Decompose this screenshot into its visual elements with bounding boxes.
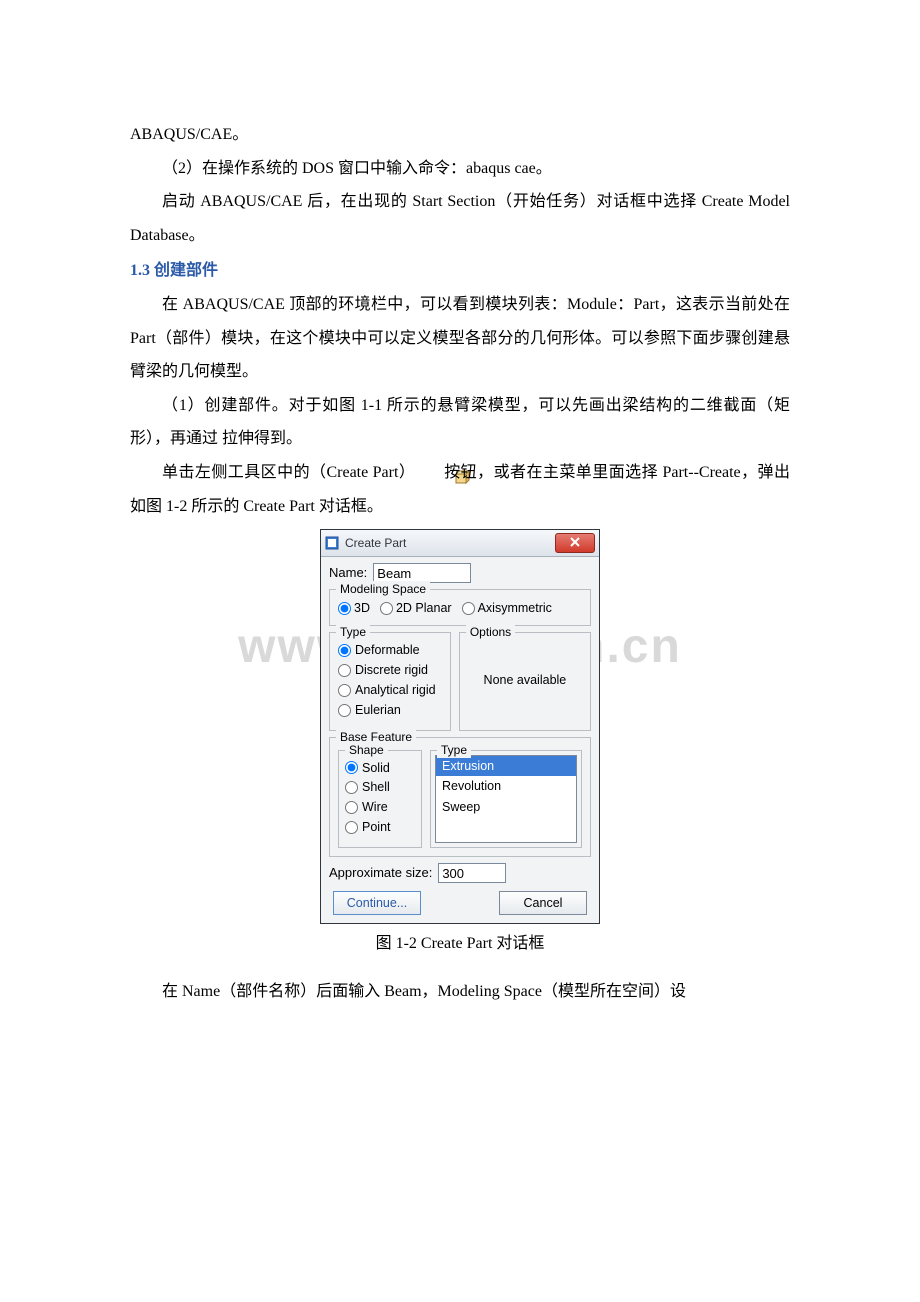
- radio-3d-label: 3D: [354, 600, 370, 617]
- radio-wire-input[interactable]: [345, 801, 358, 814]
- radio-shell-input[interactable]: [345, 781, 358, 794]
- list-item-revolution[interactable]: Revolution: [436, 776, 576, 797]
- create-part-dialog: Create Part Name: Modeling Sp: [320, 529, 600, 924]
- body-text-fragment: 单击左侧工具区中的（Create Part）: [162, 464, 415, 481]
- radio-analytical-input[interactable]: [338, 684, 351, 697]
- shape-panel: Shape Solid Shell: [338, 750, 422, 849]
- dialog-titlebar[interactable]: Create Part: [321, 530, 599, 557]
- section-heading-1-3: 1.3 创建部件: [130, 254, 790, 288]
- type-panel-label: Type: [336, 624, 370, 640]
- radio-deformable-input[interactable]: [338, 644, 351, 657]
- radio-eulerian[interactable]: Eulerian: [338, 702, 442, 719]
- radio-point-input[interactable]: [345, 821, 358, 834]
- close-icon: [570, 535, 580, 551]
- radio-solid-label: Solid: [362, 760, 390, 777]
- options-panel: Options None available: [459, 632, 591, 731]
- options-panel-label: Options: [466, 624, 515, 640]
- radio-ax-input[interactable]: [462, 602, 475, 615]
- body-text: 启动 ABAQUS/CAE 后，在出现的 Start Section（开始任务）…: [130, 185, 790, 252]
- body-text: ABAQUS/CAE。: [130, 118, 790, 152]
- approx-size-label: Approximate size:: [329, 864, 432, 882]
- close-button[interactable]: [555, 533, 595, 553]
- radio-discrete-input[interactable]: [338, 664, 351, 677]
- radio-wire-label: Wire: [362, 799, 388, 816]
- bf-type-label: Type: [437, 742, 471, 758]
- body-text: 在 Name（部件名称）后面输入 Beam，Modeling Space（模型所…: [130, 975, 790, 1009]
- app-icon: [325, 536, 339, 550]
- approx-size-input[interactable]: [438, 863, 506, 883]
- type-panel: Type Deformable Discrete rigid: [329, 632, 451, 731]
- radio-2d-planar[interactable]: 2D Planar: [380, 600, 452, 617]
- radio-3d-input[interactable]: [338, 602, 351, 615]
- list-item-extrusion[interactable]: Extrusion: [436, 756, 576, 777]
- name-input[interactable]: [373, 563, 471, 583]
- radio-2d-label: 2D Planar: [396, 600, 452, 617]
- modeling-space-panel: Modeling Space 3D 2D Planar Axisymmet: [329, 589, 591, 626]
- radio-solid-input[interactable]: [345, 761, 358, 774]
- radio-axisymmetric[interactable]: Axisymmetric: [462, 600, 552, 617]
- bf-type-listbox[interactable]: Extrusion Revolution Sweep: [435, 755, 577, 843]
- name-label: Name:: [329, 564, 367, 582]
- base-feature-type-panel: Type Extrusion Revolution Sweep: [430, 750, 582, 849]
- radio-eulerian-input[interactable]: [338, 704, 351, 717]
- radio-2d-input[interactable]: [380, 602, 393, 615]
- radio-shell-label: Shell: [362, 779, 390, 796]
- body-text: （1）创建部件。对于如图 1-1 所示的悬臂梁模型，可以先画出梁结构的二维截面（…: [130, 389, 790, 456]
- radio-analytical-label: Analytical rigid: [355, 682, 436, 699]
- shape-panel-label: Shape: [345, 742, 388, 758]
- radio-point[interactable]: Point: [345, 819, 415, 836]
- list-item-sweep[interactable]: Sweep: [436, 797, 576, 818]
- none-available-text: None available: [484, 672, 567, 689]
- body-text: 在 ABAQUS/CAE 顶部的环境栏中，可以看到模块列表：Module：Par…: [130, 288, 790, 389]
- radio-solid[interactable]: Solid: [345, 760, 415, 777]
- radio-discrete-label: Discrete rigid: [355, 662, 428, 679]
- radio-deformable[interactable]: Deformable: [338, 642, 442, 659]
- modeling-space-label: Modeling Space: [336, 581, 430, 597]
- radio-deformable-label: Deformable: [355, 642, 420, 659]
- continue-button[interactable]: Continue...: [333, 891, 421, 915]
- base-feature-panel: Base Feature Shape Solid: [329, 737, 591, 858]
- radio-wire[interactable]: Wire: [345, 799, 415, 816]
- body-text: （2）在操作系统的 DOS 窗口中输入命令：abaqus cae。: [130, 152, 790, 186]
- dialog-title: Create Part: [345, 535, 549, 551]
- radio-shell[interactable]: Shell: [345, 779, 415, 796]
- radio-discrete-rigid[interactable]: Discrete rigid: [338, 662, 442, 679]
- radio-ax-label: Axisymmetric: [478, 600, 552, 617]
- body-text: 单击左侧工具区中的（Create Part） 按钮，或者在主菜单里面选择 Par…: [130, 456, 790, 523]
- radio-3d[interactable]: 3D: [338, 600, 370, 617]
- figure-caption: 图 1-2 Create Part 对话框: [130, 930, 790, 959]
- cancel-button[interactable]: Cancel: [499, 891, 587, 915]
- radio-point-label: Point: [362, 819, 391, 836]
- create-part-icon: [422, 465, 438, 481]
- radio-analytical-rigid[interactable]: Analytical rigid: [338, 682, 442, 699]
- radio-eulerian-label: Eulerian: [355, 702, 401, 719]
